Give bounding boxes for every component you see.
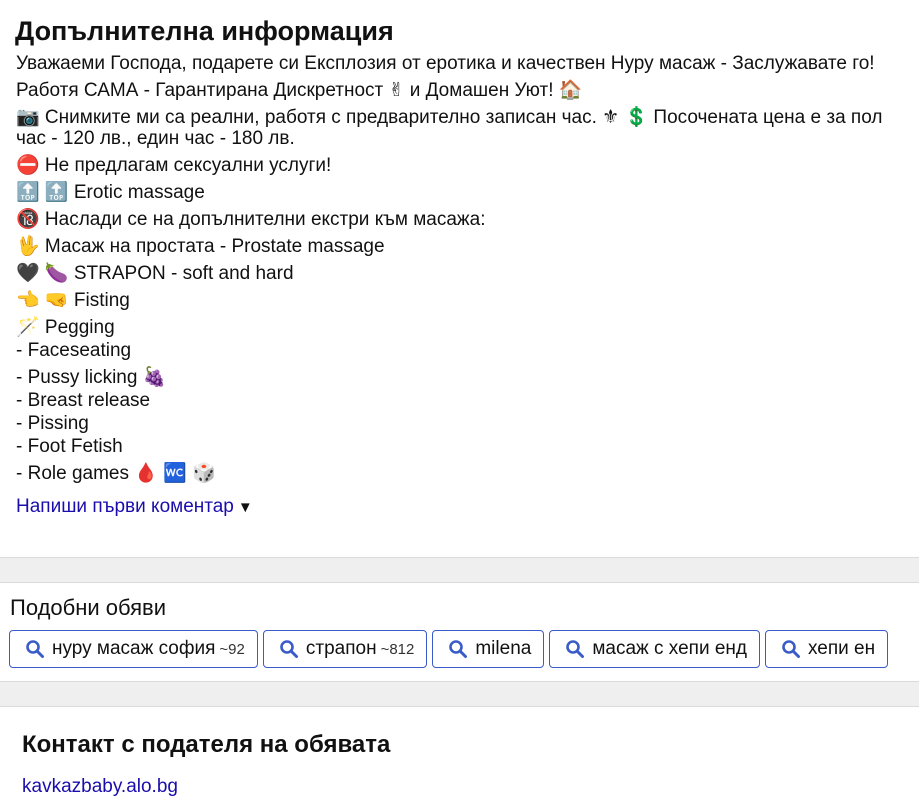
similar-tag-label: нуру масаж софия [52,638,216,659]
info-line: час - 120 лв., един час - 180 лв. [16,128,295,149]
info-line: Уважаеми Господа, подарете си Експлозия … [16,53,875,74]
similar-tag[interactable]: хепи ен [765,630,889,668]
similar-tag[interactable]: масаж с хепи енд [549,630,760,668]
info-line: 🖖 Масаж на простата - Prostate massage [16,236,385,257]
info-line: - Foot Fetish [16,436,123,457]
info-line: 🔝 🔝 Erotic massage [16,182,205,203]
triangle-down-icon: ▼ [237,499,253,516]
info-line: 🪄 Pegging [16,317,115,338]
info-line: 👈 🤜 Fisting [16,290,130,311]
similar-tag-count: ~92 [219,640,245,658]
info-line: ⛔ Не предлагам сексуални услуги! [16,155,332,176]
info-line: 🔞 Наслади се на допълнителни екстри към … [16,209,486,230]
write-first-comment-label: Напиши първи коментар [16,496,234,517]
search-icon [782,640,800,658]
info-line: 📷 Снимките ми са реални, работя с предва… [16,107,883,128]
info-line: - Pissing [16,413,89,434]
similar-tags-row: нуру масаж софия ~92 страпон ~812 milena м… [9,630,919,668]
search-icon [449,640,468,658]
seller-profile-link[interactable]: kavkazbaby.alo.bg [22,776,178,798]
search-icon [280,640,298,658]
additional-info-section: Допълнителна информация Уважаеми Господа… [0,0,919,557]
info-line: - Breast release [16,390,151,411]
contact-section-title: Контакт с подателя на обявата [22,731,391,758]
similar-ads-title: Подобни обяви [10,595,167,620]
similar-tag-label: масаж с хепи енд [592,638,747,659]
similar-tag[interactable]: нуру масаж софия ~92 [9,630,258,668]
similar-tag-label: страпон [305,638,377,659]
info-line: Работя САМА - Гарантирана Дискретност ✌ … [16,80,583,101]
info-line: - Role games 🩸 🚾 🎲 [16,463,216,484]
similar-tag-label: хепи ен [808,638,876,659]
search-icon [26,640,44,658]
similar-tag[interactable]: milena [432,630,545,668]
similar-tag[interactable]: страпон ~812 [262,630,428,668]
additional-info-body: Уважаеми Господа, подарете си Експлозия … [16,52,919,485]
write-first-comment-link[interactable]: Напиши първи коментар ▼ [16,496,253,518]
info-line: - Faceseating [16,340,132,361]
section-divider [0,681,919,707]
info-line: - Pussy licking 🍇 [16,367,167,388]
additional-info-title: Допълнителна информация [15,16,394,46]
similar-tag-label: milena [475,638,532,659]
section-divider [0,557,919,583]
search-icon [566,640,585,658]
info-line: 🖤 🍆 STRAPON - soft and hard [16,263,294,284]
similar-tag-count: ~812 [380,640,415,658]
